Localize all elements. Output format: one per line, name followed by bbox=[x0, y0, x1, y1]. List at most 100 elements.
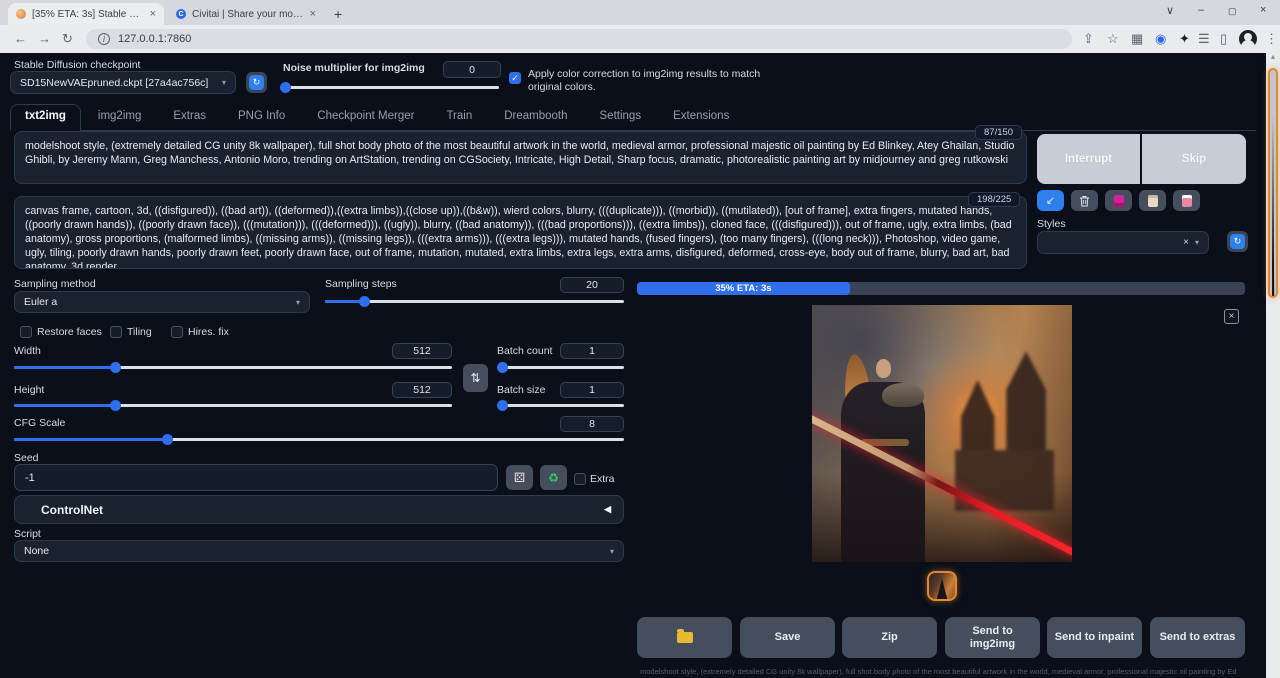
profile-avatar[interactable] bbox=[1239, 30, 1257, 48]
extra-networks-button[interactable] bbox=[1105, 190, 1132, 211]
address-bar[interactable]: i 127.0.0.1:7860 bbox=[86, 29, 1072, 49]
tab-extensions[interactable]: Extensions bbox=[658, 104, 744, 130]
cfg-scale-slider[interactable] bbox=[14, 434, 624, 445]
tab-png-info[interactable]: PNG Info bbox=[223, 104, 300, 130]
window-close-button[interactable]: × bbox=[1260, 4, 1266, 16]
apply-style-button[interactable] bbox=[1173, 190, 1200, 211]
scrollbar-thumb[interactable] bbox=[1268, 68, 1278, 298]
send-to-img2img-button[interactable]: Send to img2img bbox=[945, 617, 1040, 658]
slider-handle[interactable] bbox=[110, 362, 121, 373]
extension-grid-icon[interactable]: ▦ bbox=[1131, 31, 1143, 47]
bookmark-star-icon[interactable]: ☆ bbox=[1107, 31, 1119, 47]
slider-handle[interactable] bbox=[359, 296, 370, 307]
close-preview-button[interactable]: × bbox=[1224, 309, 1239, 324]
checkpoint-dropdown[interactable]: SD15NewVAEpruned.ckpt [27a4ac756c] ▾ bbox=[10, 71, 236, 94]
negative-prompt-textarea[interactable]: canvas frame, cartoon, 3d, ((disfigured)… bbox=[14, 196, 1027, 269]
send-to-extras-button[interactable]: Send to extras bbox=[1150, 617, 1245, 658]
reading-list-icon[interactable]: ☰ bbox=[1198, 31, 1210, 47]
reload-icon[interactable]: ↻ bbox=[62, 31, 73, 47]
tab-close-icon[interactable]: × bbox=[310, 8, 316, 20]
gallery-thumbnail[interactable] bbox=[927, 571, 957, 601]
sampling-steps-value[interactable] bbox=[560, 277, 624, 293]
slider-handle[interactable] bbox=[110, 400, 121, 411]
site-info-icon[interactable]: i bbox=[98, 33, 110, 45]
tab-train[interactable]: Train bbox=[431, 104, 487, 130]
noise-multiplier-slider[interactable] bbox=[281, 82, 499, 93]
sampling-method-label: Sampling method bbox=[14, 278, 96, 290]
extra-seed-checkbox[interactable] bbox=[574, 473, 586, 485]
refresh-styles-button[interactable]: ↻ bbox=[1227, 231, 1248, 252]
extensions-puzzle-icon[interactable]: ✦ bbox=[1179, 31, 1190, 47]
minimize-button[interactable]: – bbox=[1198, 4, 1204, 16]
back-icon[interactable]: ← bbox=[14, 31, 27, 46]
open-folder-button[interactable] bbox=[637, 617, 732, 658]
tab-search-icon[interactable]: ∨ bbox=[1166, 4, 1174, 17]
scroll-up-icon[interactable]: ▲ bbox=[1266, 54, 1280, 61]
restore-button[interactable]: ▢ bbox=[1228, 6, 1237, 17]
tab-settings[interactable]: Settings bbox=[585, 104, 657, 130]
send-to-inpaint-button[interactable]: Send to inpaint bbox=[1047, 617, 1142, 658]
sampling-steps-label: Sampling steps bbox=[325, 278, 397, 290]
color-correction-checkbox[interactable]: ✓ bbox=[509, 72, 521, 84]
collapse-arrow-icon: ◀ bbox=[604, 504, 611, 515]
batch-count-value[interactable] bbox=[560, 343, 624, 359]
side-panel-icon[interactable]: ▯ bbox=[1220, 31, 1227, 47]
width-slider[interactable] bbox=[14, 362, 452, 373]
paste-parameters-button[interactable]: ↙ bbox=[1037, 190, 1064, 211]
browser-menu-icon[interactable]: ⋮ bbox=[1265, 31, 1278, 47]
generated-image-preview[interactable] bbox=[812, 305, 1072, 562]
extension-blue-icon[interactable]: ◉ bbox=[1155, 31, 1166, 47]
burning-castle-silhouette bbox=[955, 351, 1054, 510]
clear-styles-icon[interactable]: × bbox=[1183, 237, 1189, 248]
browser-tab-civitai[interactable]: C Civitai | Share your models × bbox=[168, 3, 324, 25]
forward-icon[interactable]: → bbox=[38, 31, 51, 46]
style-card-icon bbox=[1148, 195, 1158, 207]
height-slider[interactable] bbox=[14, 400, 452, 411]
sampling-steps-slider[interactable] bbox=[325, 296, 624, 307]
figure-pauldron bbox=[882, 383, 924, 407]
tab-checkpoint-merger[interactable]: Checkpoint Merger bbox=[302, 104, 429, 130]
width-value[interactable] bbox=[392, 343, 452, 359]
batch-size-value[interactable] bbox=[560, 382, 624, 398]
batch-count-slider[interactable] bbox=[497, 362, 624, 373]
noise-multiplier-value[interactable] bbox=[443, 61, 501, 78]
page-scrollbar[interactable]: ▲ bbox=[1266, 52, 1280, 678]
sampling-method-dropdown[interactable]: Euler a ▾ bbox=[14, 291, 310, 313]
tab-img2img[interactable]: img2img bbox=[83, 104, 156, 130]
extra-networks-card-icon bbox=[1114, 195, 1124, 207]
batch-size-slider[interactable] bbox=[497, 400, 624, 411]
cfg-scale-value[interactable] bbox=[560, 416, 624, 432]
refresh-icon: ↻ bbox=[249, 75, 264, 90]
height-value[interactable] bbox=[392, 382, 452, 398]
figure-face bbox=[876, 359, 891, 378]
save-style-button[interactable] bbox=[1139, 190, 1166, 211]
swap-dimensions-button[interactable]: ⇅ bbox=[463, 364, 488, 392]
prompt-textarea[interactable]: modelshoot style, (extremely detailed CG… bbox=[14, 131, 1027, 184]
hires-fix-checkbox[interactable] bbox=[171, 326, 183, 338]
interrupt-button[interactable]: Interrupt bbox=[1037, 134, 1140, 184]
tab-txt2img[interactable]: txt2img bbox=[10, 104, 81, 131]
slider-handle[interactable] bbox=[497, 400, 508, 411]
slider-handle[interactable] bbox=[162, 434, 173, 445]
restore-faces-checkbox[interactable] bbox=[20, 326, 32, 338]
slider-handle[interactable] bbox=[280, 82, 291, 93]
skip-button[interactable]: Skip bbox=[1142, 134, 1246, 184]
styles-dropdown[interactable]: × ▾ bbox=[1037, 231, 1209, 254]
zip-button[interactable]: Zip bbox=[842, 617, 937, 658]
tab-close-icon[interactable]: × bbox=[150, 8, 156, 20]
seed-input[interactable] bbox=[14, 464, 498, 491]
reuse-seed-button[interactable]: ♻ bbox=[540, 465, 567, 490]
slider-handle[interactable] bbox=[497, 362, 508, 373]
save-button[interactable]: Save bbox=[740, 617, 835, 658]
tab-extras[interactable]: Extras bbox=[158, 104, 221, 130]
tab-dreambooth[interactable]: Dreambooth bbox=[489, 104, 582, 130]
share-icon[interactable]: ⇪ bbox=[1083, 31, 1094, 47]
controlnet-accordion[interactable]: ControlNet ◀ bbox=[14, 495, 624, 524]
script-dropdown[interactable]: None ▾ bbox=[14, 540, 624, 562]
tiling-checkbox[interactable] bbox=[110, 326, 122, 338]
new-tab-button[interactable]: + bbox=[334, 6, 342, 22]
refresh-checkpoints-button[interactable]: ↻ bbox=[246, 72, 267, 93]
clear-prompt-button[interactable] bbox=[1071, 190, 1098, 211]
browser-tab-stable-diffusion[interactable]: [35% ETA: 3s] Stable Diffusion × bbox=[8, 3, 164, 25]
random-seed-button[interactable]: ⚄ bbox=[506, 465, 533, 490]
